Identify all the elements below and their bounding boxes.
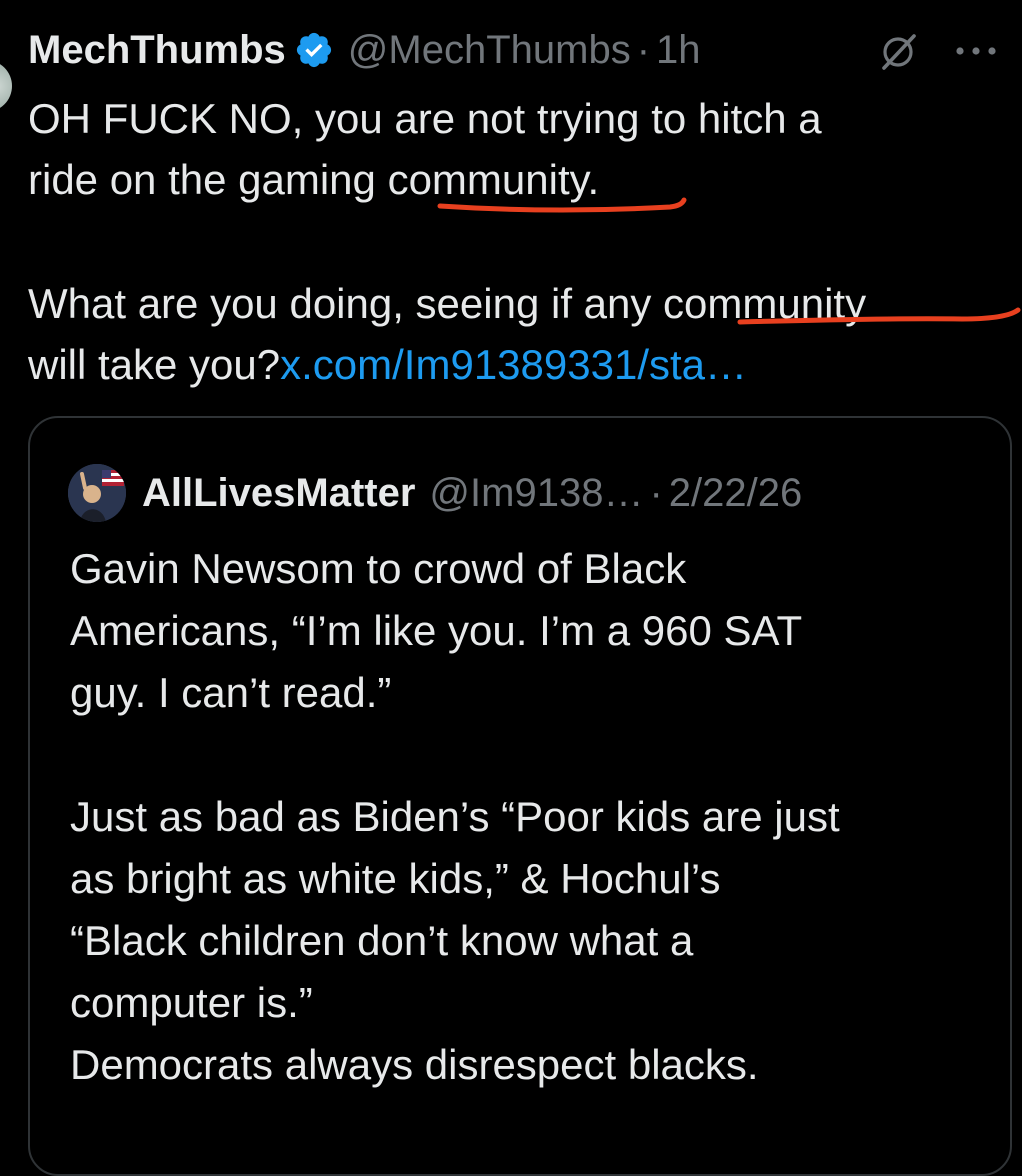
quoted-line: Gavin Newsom to crowd of Black <box>70 545 687 592</box>
tweet-timestamp[interactable]: 1h <box>656 28 701 73</box>
tweet-body: OH FUCK NO, you are not trying to hitch … <box>28 88 988 395</box>
quoted-author-handle[interactable]: @Im9138… <box>429 471 643 516</box>
quoted-author-avatar[interactable] <box>68 464 126 522</box>
tweet-line: OH FUCK NO, you are not trying to hitch … <box>28 95 822 142</box>
quoted-tweet-card[interactable]: AllLivesMatter @Im9138… · 2/22/26 Gavin … <box>28 416 1012 1176</box>
quoted-line: as bright as white kids,” & Hochul’s <box>70 855 721 902</box>
quoted-line: computer is.” <box>70 979 313 1026</box>
tweet-text-fragment: will take you? <box>28 341 281 388</box>
author-display-name[interactable]: MechThumbs <box>28 28 286 73</box>
quoted-author-display-name[interactable]: AllLivesMatter <box>142 471 415 516</box>
quoted-line: Americans, “I’m like you. I’m a 960 SAT <box>70 607 803 654</box>
author-avatar[interactable] <box>0 60 12 112</box>
tweet-header: MechThumbs @MechThumbs · 1h <box>28 24 998 76</box>
tweet-line: What are you doing, seeing if any commun… <box>28 280 867 327</box>
header-separator: · <box>636 27 651 72</box>
tweet-line: will take you?x.com/Im91389331/sta… <box>28 334 988 395</box>
quoted-tweet-date[interactable]: 2/22/26 <box>669 471 802 516</box>
author-handle[interactable]: @MechThumbs <box>348 28 631 73</box>
quoted-line: “Black children don’t know what a <box>70 917 694 964</box>
quoted-line: guy. I can’t read.” <box>70 669 392 716</box>
quoted-tweet-body: Gavin Newsom to crowd of Black Americans… <box>70 538 990 1096</box>
quoted-line: Just as bad as Biden’s “Poor kids are ju… <box>70 793 840 840</box>
quoted-line: Democrats always disrespect blacks. <box>70 1041 759 1088</box>
tweet-link[interactable]: x.com/Im91389331/sta… <box>280 341 747 388</box>
more-options-icon[interactable] <box>954 42 998 60</box>
quoted-tweet-header: AllLivesMatter @Im9138… · 2/22/26 <box>68 464 802 522</box>
quoted-header-separator: · <box>649 470 663 515</box>
grok-icon[interactable] <box>876 30 920 74</box>
verified-badge-icon <box>294 30 334 70</box>
tweet-line: ride on the gaming community. <box>28 156 600 203</box>
